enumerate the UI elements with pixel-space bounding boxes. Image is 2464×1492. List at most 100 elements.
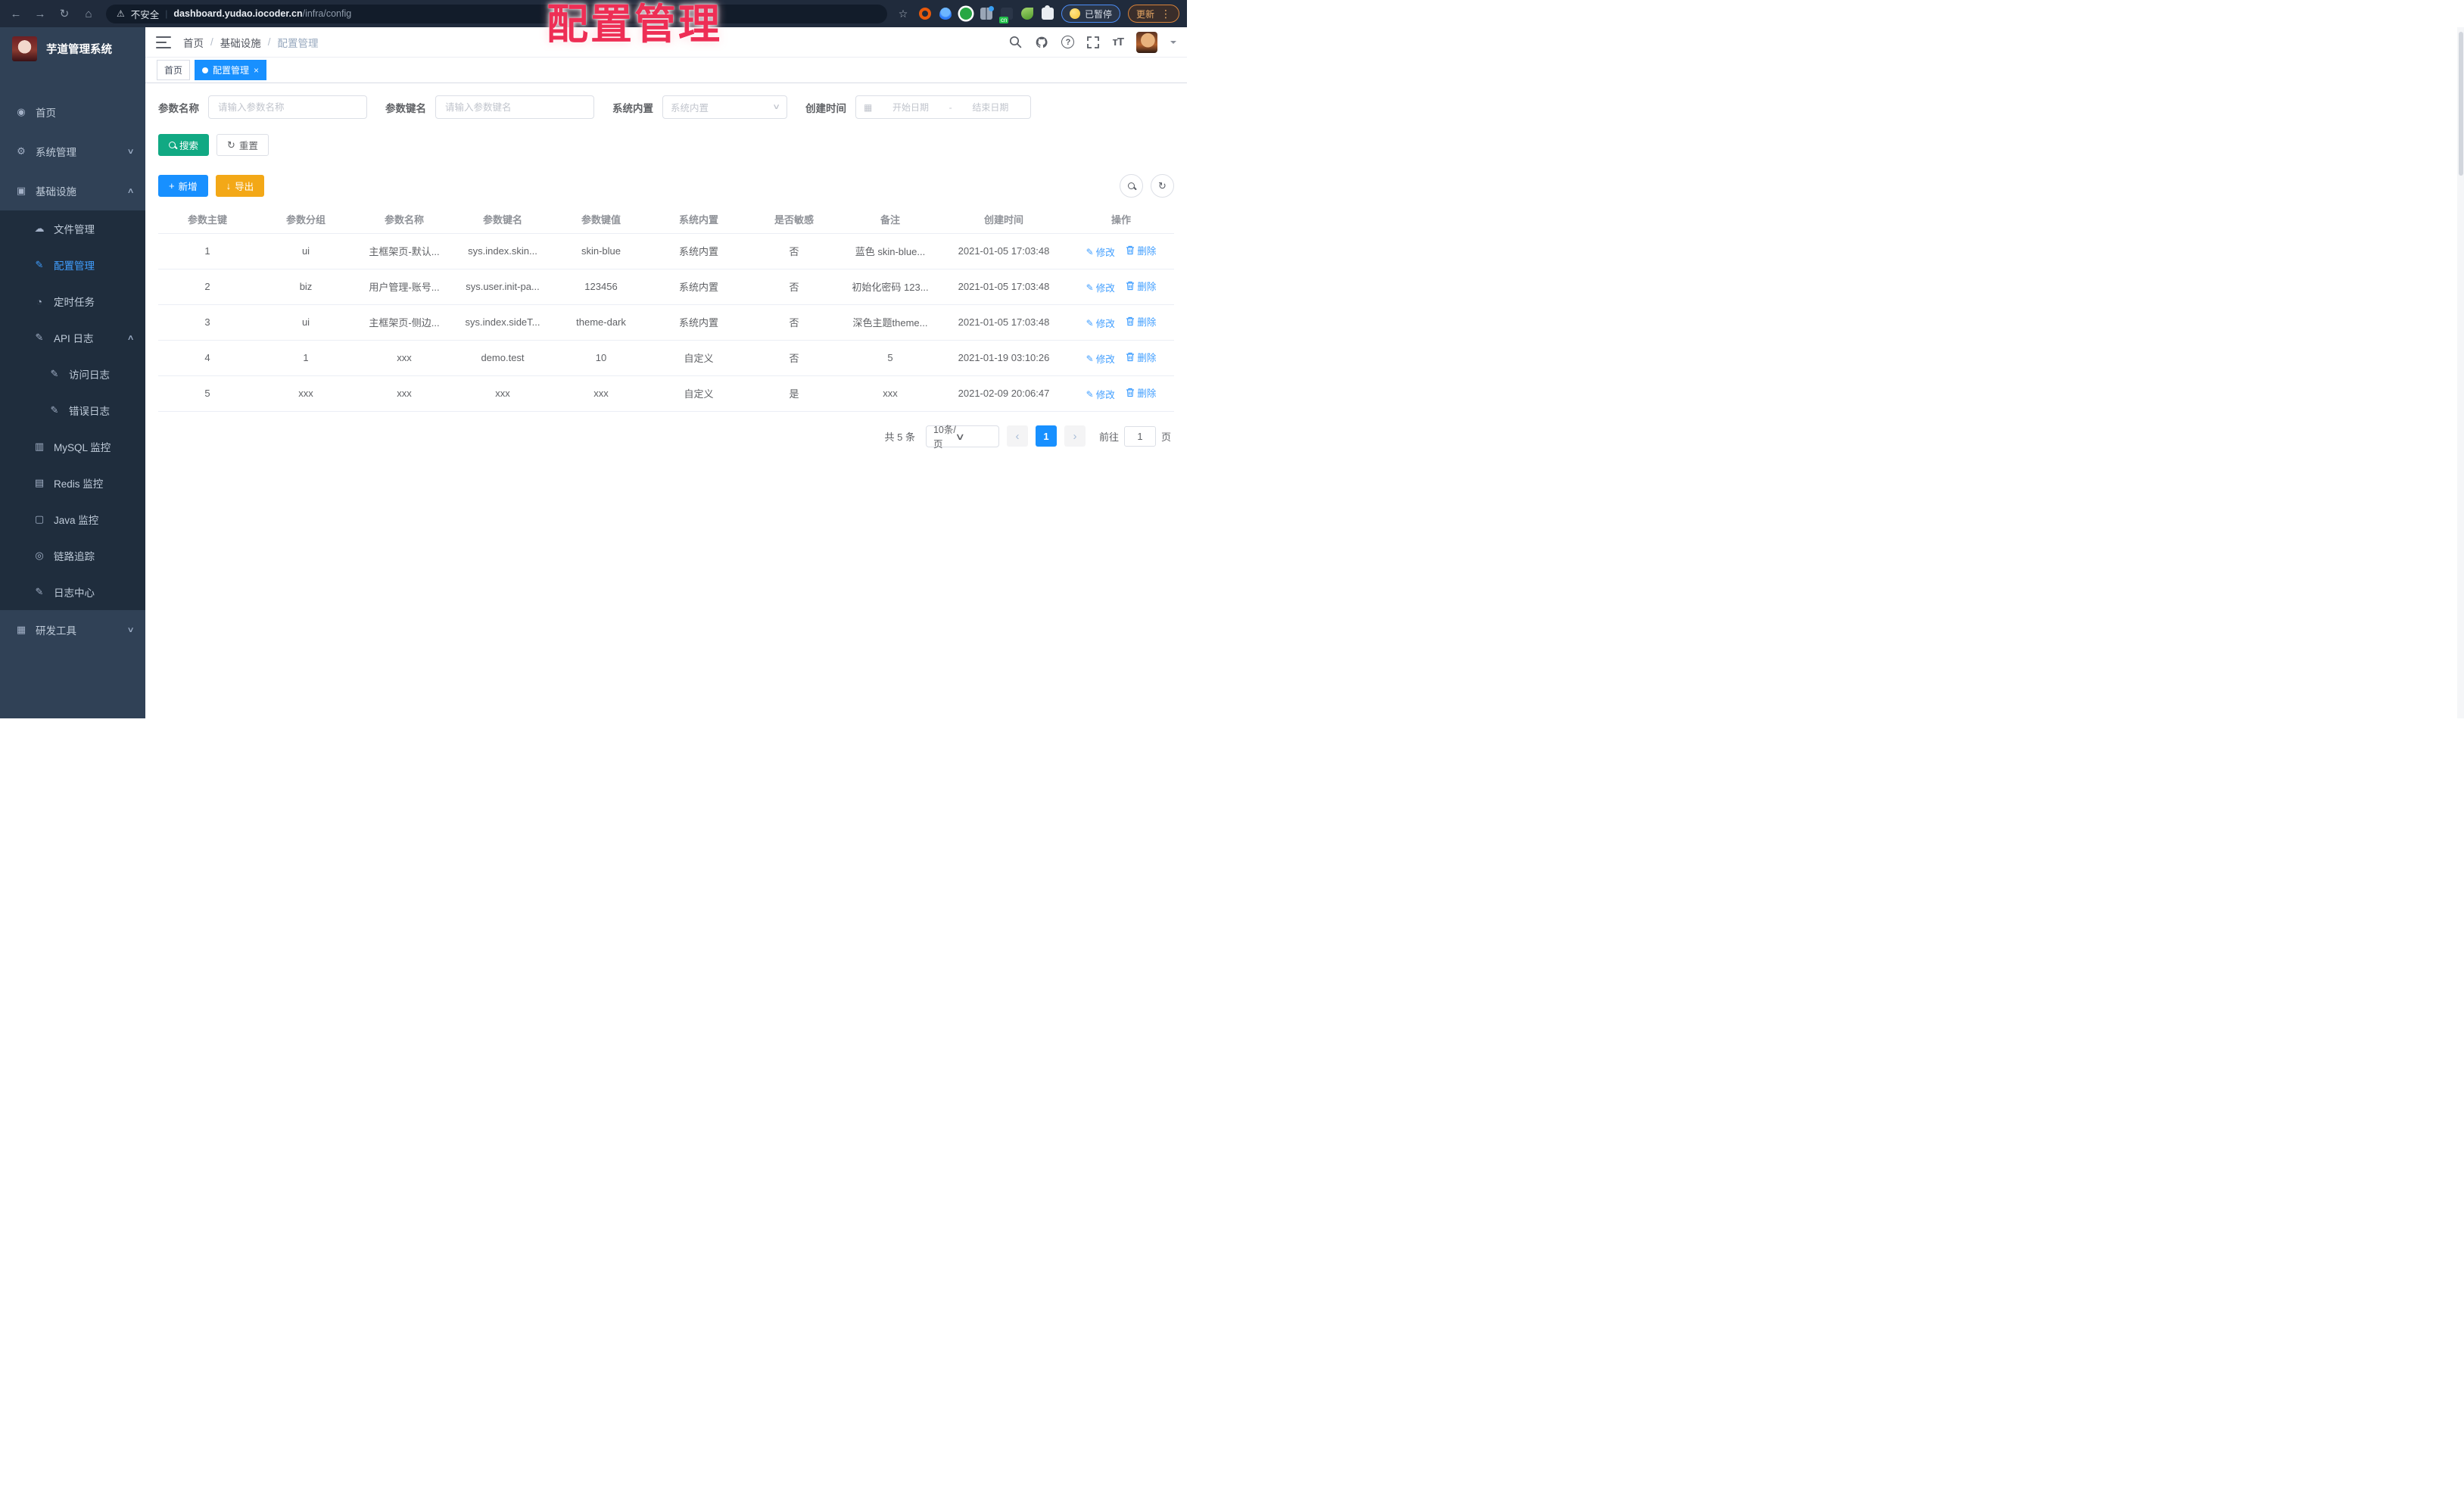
table-cell: 初始化密码 123... xyxy=(841,269,939,305)
browser-reload-icon[interactable]: ↻ xyxy=(56,7,73,20)
page-size-select[interactable]: 10条/页 ∨ xyxy=(925,425,999,450)
sidebar-item-access-logs[interactable]: ✎ 访问日志 xyxy=(0,356,145,392)
tab-config-management[interactable]: 配置管理 × xyxy=(195,60,267,80)
current-page-button[interactable]: 1 xyxy=(1035,425,1057,447)
pin-extension-icon[interactable] xyxy=(939,8,952,20)
sidebar-toggle-icon[interactable] xyxy=(156,36,171,48)
end-date-placeholder: 结束日期 xyxy=(972,102,1009,113)
sidebar-item-log-center[interactable]: ✎ 日志中心 xyxy=(0,574,145,610)
briefcase-icon: ▦ xyxy=(16,624,26,635)
address-bar[interactable]: ⚠ 不安全 | dashboard.yudao.iocoder.cn/infra… xyxy=(106,4,887,23)
delete-link[interactable]: 删除 xyxy=(1126,350,1156,364)
add-button[interactable]: + 新增 xyxy=(158,175,208,197)
table-cell: 主框架页-默认... xyxy=(355,233,453,269)
puzzle-extension-icon[interactable] xyxy=(1041,5,1054,20)
trash-icon xyxy=(1126,388,1135,397)
tab-home[interactable]: 首页 xyxy=(157,60,191,80)
param-key-input[interactable] xyxy=(435,95,594,119)
sidebar-item-config-management[interactable]: ✎ 配置管理 xyxy=(0,247,145,283)
breadcrumb-home[interactable]: 首页 xyxy=(183,35,204,50)
trash-icon xyxy=(1126,281,1135,290)
scrollbar-thumb[interactable] xyxy=(2458,32,2463,176)
table-row: 3 ui 主框架页-侧边... sys.index.sideT... theme… xyxy=(158,304,1174,341)
refresh-table-tool-button[interactable]: ↻ xyxy=(1151,174,1174,198)
delete-link[interactable]: 删除 xyxy=(1126,314,1156,329)
sidebar-item-scheduled-tasks[interactable]: ◔ 定时任务 xyxy=(0,283,145,319)
next-page-button[interactable]: › xyxy=(1064,425,1086,447)
table-cell: xxx xyxy=(453,375,552,412)
reset-button[interactable]: ↻ 重置 xyxy=(216,134,269,156)
paused-profile-pill[interactable]: 已暂停 xyxy=(1061,5,1120,23)
user-avatar[interactable] xyxy=(1136,31,1157,53)
sidebar-item-error-logs[interactable]: ✎ 错误日志 xyxy=(0,392,145,428)
page-scrollbar[interactable] xyxy=(2457,27,2464,718)
app-title: 芋道管理系统 xyxy=(46,43,112,56)
sidebar-item-file-management[interactable]: ☁ 文件管理 xyxy=(0,210,145,247)
database-icon: ▥ xyxy=(34,441,45,452)
sidebar-item-java-monitor[interactable]: ▢ Java 监控 xyxy=(0,501,145,537)
delete-link[interactable]: 删除 xyxy=(1126,385,1156,400)
sidebar-item-home[interactable]: ◉ 首页 xyxy=(0,92,145,132)
prev-page-button[interactable]: ‹ xyxy=(1006,425,1028,447)
chevron-down-icon: ∨ xyxy=(126,625,135,634)
edit-link[interactable]: ✎ 修改 xyxy=(1086,245,1115,259)
browser-menu-icon[interactable]: ⋮ xyxy=(1160,8,1171,20)
browser-update-button[interactable]: 更新 ⋮ xyxy=(1127,5,1179,23)
plus-icon: + xyxy=(169,180,175,192)
app-logo-row[interactable]: 芋道管理系统 xyxy=(0,27,145,70)
sidebar-item-api-logs[interactable]: ✎ API 日志 ∧ xyxy=(0,319,145,356)
search-icon[interactable] xyxy=(1009,36,1022,48)
ublock-extension-icon[interactable] xyxy=(918,8,931,20)
column-header: 系统内置 xyxy=(650,205,747,234)
sidebar-item-mysql-monitor[interactable]: ▥ MySQL 监控 xyxy=(0,428,145,465)
url-path: /infra/config xyxy=(302,8,352,19)
help-icon[interactable]: ? xyxy=(1061,36,1075,48)
edit-pencil-icon: ✎ xyxy=(1086,388,1094,400)
table-cell: ui xyxy=(257,233,355,269)
active-tab-dot xyxy=(202,67,209,73)
green-extension-icon[interactable] xyxy=(959,8,972,20)
table-cell: 2021-01-05 17:03:48 xyxy=(939,304,1068,341)
sidebar-item-infrastructure[interactable]: ▣ 基础设施 ∧ xyxy=(0,171,145,210)
edit-link[interactable]: ✎ 修改 xyxy=(1086,351,1115,366)
system-builtin-select[interactable]: 系统内置 ∨ xyxy=(662,95,787,119)
table-row: 5 xxx xxx xxx xxx 自定义 是 xxx 2021-02-09 2… xyxy=(158,375,1174,412)
edit-link[interactable]: ✎ 修改 xyxy=(1086,280,1115,294)
search-form: 参数名称 参数键名 系统内置 系统内置 ∨ 创建时间 xyxy=(158,95,1174,119)
browser-home-icon[interactable]: ⌂ xyxy=(80,8,97,20)
github-icon[interactable] xyxy=(1035,36,1048,49)
fullscreen-icon[interactable] xyxy=(1087,36,1100,48)
breadcrumb-infrastructure[interactable]: 基础设施 xyxy=(220,35,261,50)
total-count: 共 5 条 xyxy=(884,431,915,443)
search-button[interactable]: 搜索 xyxy=(158,134,210,156)
close-tab-icon[interactable]: × xyxy=(254,66,259,75)
date-range-picker[interactable]: ▦ 开始日期 - 结束日期 xyxy=(855,95,1031,119)
param-name-input[interactable] xyxy=(208,95,367,119)
browser-forward-icon[interactable]: → xyxy=(32,8,48,20)
bookmark-star-icon[interactable]: ☆ xyxy=(895,8,911,20)
table-cell: 用户管理-账号... xyxy=(355,269,453,305)
sprout-extension-icon[interactable] xyxy=(1020,8,1033,20)
browser-back-icon[interactable]: ← xyxy=(8,8,24,20)
goto-page-input[interactable] xyxy=(1123,425,1156,447)
table-cell: 2021-01-05 17:03:48 xyxy=(939,233,1068,269)
edit-pencil-icon: ✎ xyxy=(1086,282,1094,293)
font-size-icon[interactable]: ᴛT xyxy=(1112,36,1123,48)
table-cell: 1 xyxy=(158,233,257,269)
delete-link[interactable]: 删除 xyxy=(1126,279,1156,293)
table-cell: 10 xyxy=(552,340,650,376)
edit-link[interactable]: ✎ 修改 xyxy=(1086,387,1115,401)
edit-link[interactable]: ✎ 修改 xyxy=(1086,316,1115,330)
translate-cn-extension-icon[interactable] xyxy=(998,8,1013,23)
sidebar-item-redis-monitor[interactable]: ▤ Redis 监控 xyxy=(0,465,145,501)
sidebar-item-trace[interactable]: ◎ 链路追踪 xyxy=(0,537,145,574)
toggle-search-tool-button[interactable] xyxy=(1120,174,1143,198)
grid-extension-icon[interactable] xyxy=(980,6,994,20)
sidebar-item-dev-tools[interactable]: ▦ 研发工具 ∨ xyxy=(0,610,145,649)
user-menu-caret-icon[interactable] xyxy=(1170,40,1176,47)
actions-cell: ✎ 修改 删除 xyxy=(1068,340,1174,376)
table-cell: xxx xyxy=(552,375,650,412)
sidebar-item-system-management[interactable]: ⚙ 系统管理 ∨ xyxy=(0,132,145,171)
delete-link[interactable]: 删除 xyxy=(1126,243,1156,257)
export-button[interactable]: ↓ 导出 xyxy=(215,175,265,197)
